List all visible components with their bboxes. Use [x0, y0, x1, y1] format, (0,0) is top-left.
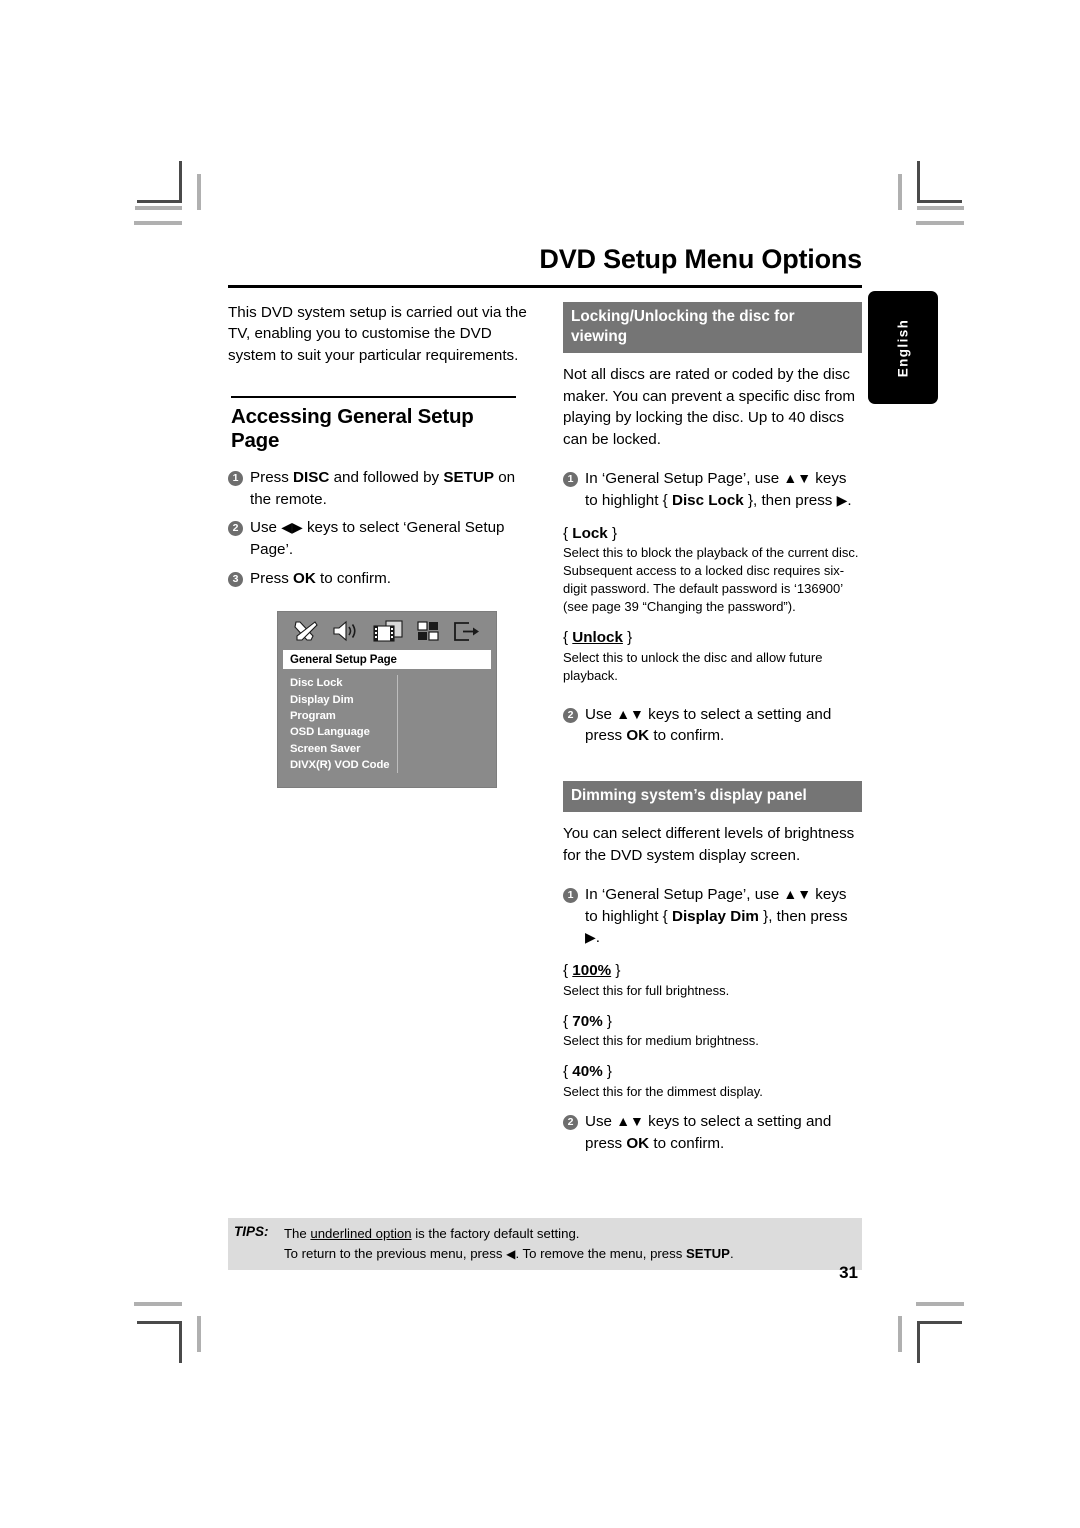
- list-item: 1 In ‘General Setup Page’, use ▲▼ keys t…: [563, 884, 862, 949]
- left-column: This DVD system setup is carried out via…: [228, 302, 527, 1161]
- option-desc-lock: Select this to block the playback of the…: [563, 545, 859, 615]
- title-rule: [228, 284, 862, 288]
- option-label-100: { 100% }: [563, 961, 621, 979]
- tv-title-bar: General Setup Page: [283, 650, 491, 670]
- option-value: Lock: [572, 524, 608, 542]
- step-text: In ‘General Setup Page’, use ▲▼ keys to …: [585, 470, 852, 509]
- option-desc-100: Select this for full brightness.: [563, 982, 730, 998]
- exit-icon: [453, 621, 481, 642]
- step-number: 2: [563, 1114, 578, 1130]
- option-desc-70: Select this for medium brightness.: [563, 1033, 759, 1049]
- option-desc-40: Select this for the dimmest display.: [563, 1084, 763, 1100]
- option-value: Unlock: [572, 629, 623, 647]
- page-number: 31: [839, 1263, 858, 1282]
- option-value: 70%: [572, 1012, 603, 1030]
- tips-line-1: The underlined option is the factory def…: [284, 1226, 580, 1241]
- step-number: 2: [228, 521, 243, 537]
- tips-label: TIPS:: [234, 1224, 269, 1239]
- two-column-layout: This DVD system setup is carried out via…: [228, 301, 862, 1161]
- language-tab: English: [868, 291, 938, 404]
- tv-icon-row: [278, 612, 496, 650]
- tips-line-2: To return to the previous menu, press ◀.…: [284, 1245, 734, 1261]
- step-text: Use ▲▼ keys to select a setting and pres…: [585, 705, 832, 745]
- option-label-70: { 70% }: [563, 1012, 612, 1030]
- tv-menu-item: Display Dim: [290, 693, 354, 706]
- language-tab-label: English: [895, 318, 911, 377]
- preferences-icon: [417, 621, 440, 642]
- option-desc-unlock: Select this to unlock the disc and allow…: [563, 649, 823, 683]
- tv-menu-item: Program: [290, 709, 336, 722]
- locking-body: Not all discs are rated or coded by the …: [563, 366, 856, 448]
- dimming-body: You can select different levels of brigh…: [563, 825, 855, 864]
- step-text: Press DISC and followed by SETUP on the …: [250, 469, 516, 508]
- tools-icon: [293, 619, 319, 643]
- step-number: 2: [563, 707, 578, 723]
- tv-body: Disc Lock Display Dim Program OSD Langua…: [278, 669, 496, 787]
- tv-value-pane: [398, 675, 496, 773]
- section-bar-locking: Locking/Unlocking the disc for viewing: [563, 301, 862, 354]
- step-number: 1: [563, 888, 578, 904]
- option-label-lock: { Lock }: [563, 524, 618, 542]
- list-item: 2 Use ▲▼ keys to select a setting and pr…: [563, 704, 862, 747]
- list-item: 1 In ‘General Setup Page’, use ▲▼ keys t…: [563, 468, 862, 511]
- list-item: 2 Use ◀▶ keys to select ‘General Setup P…: [228, 517, 527, 560]
- option-value: 100%: [572, 961, 612, 979]
- tv-menu-item: DIVX(R) VOD Code: [290, 759, 390, 772]
- page-content: DVD Setup Menu Options This DVD system s…: [228, 244, 862, 1161]
- step-number: 1: [228, 471, 243, 487]
- tv-menu-item: Disc Lock: [290, 677, 343, 690]
- video-icon: [373, 620, 404, 643]
- page-title: DVD Setup Menu Options: [539, 244, 862, 274]
- accessing-setup-heading: Accessing General Setup Page: [231, 404, 474, 453]
- accessing-setup-steps: 1 Press DISC and followed by SETUP on th…: [228, 467, 527, 589]
- intro-paragraph: This DVD system setup is carried out via…: [228, 303, 527, 364]
- tv-menu-item: Screen Saver: [290, 742, 361, 755]
- step-text: Use ◀▶ keys to select ‘General Setup Pag…: [250, 519, 505, 559]
- tv-title-text: General Setup Page: [290, 653, 397, 666]
- section-bar-dimming: Dimming system’s display panel: [563, 780, 862, 812]
- list-item: 2 Use ▲▼ keys to select a setting and pr…: [563, 1111, 862, 1154]
- step-text: In ‘General Setup Page’, use ▲▼ keys to …: [585, 886, 848, 947]
- tv-menu-list: Disc Lock Display Dim Program OSD Langua…: [278, 675, 398, 774]
- option-label-40: { 40% }: [563, 1063, 612, 1081]
- right-column: Locking/Unlocking the disc for viewing N…: [563, 301, 862, 1161]
- step-text: Press OK to confirm.: [250, 569, 391, 587]
- step-number: 3: [228, 571, 243, 587]
- option-value: 40%: [572, 1063, 603, 1081]
- step-text: Use ▲▼ keys to select a setting and pres…: [585, 1112, 832, 1152]
- speaker-icon: [332, 620, 360, 642]
- tv-menu-item: OSD Language: [290, 726, 370, 739]
- tv-screen-illustration: General Setup Page Disc Lock Display Dim…: [277, 611, 497, 789]
- step-number: 1: [563, 472, 578, 488]
- tips-text: The underlined option is the factory def…: [284, 1224, 734, 1263]
- list-item: 3 Press OK to confirm.: [228, 568, 527, 590]
- list-item: 1 Press DISC and followed by SETUP on th…: [228, 467, 527, 510]
- section-rule: [231, 396, 516, 398]
- option-label-unlock: { Unlock }: [563, 629, 633, 647]
